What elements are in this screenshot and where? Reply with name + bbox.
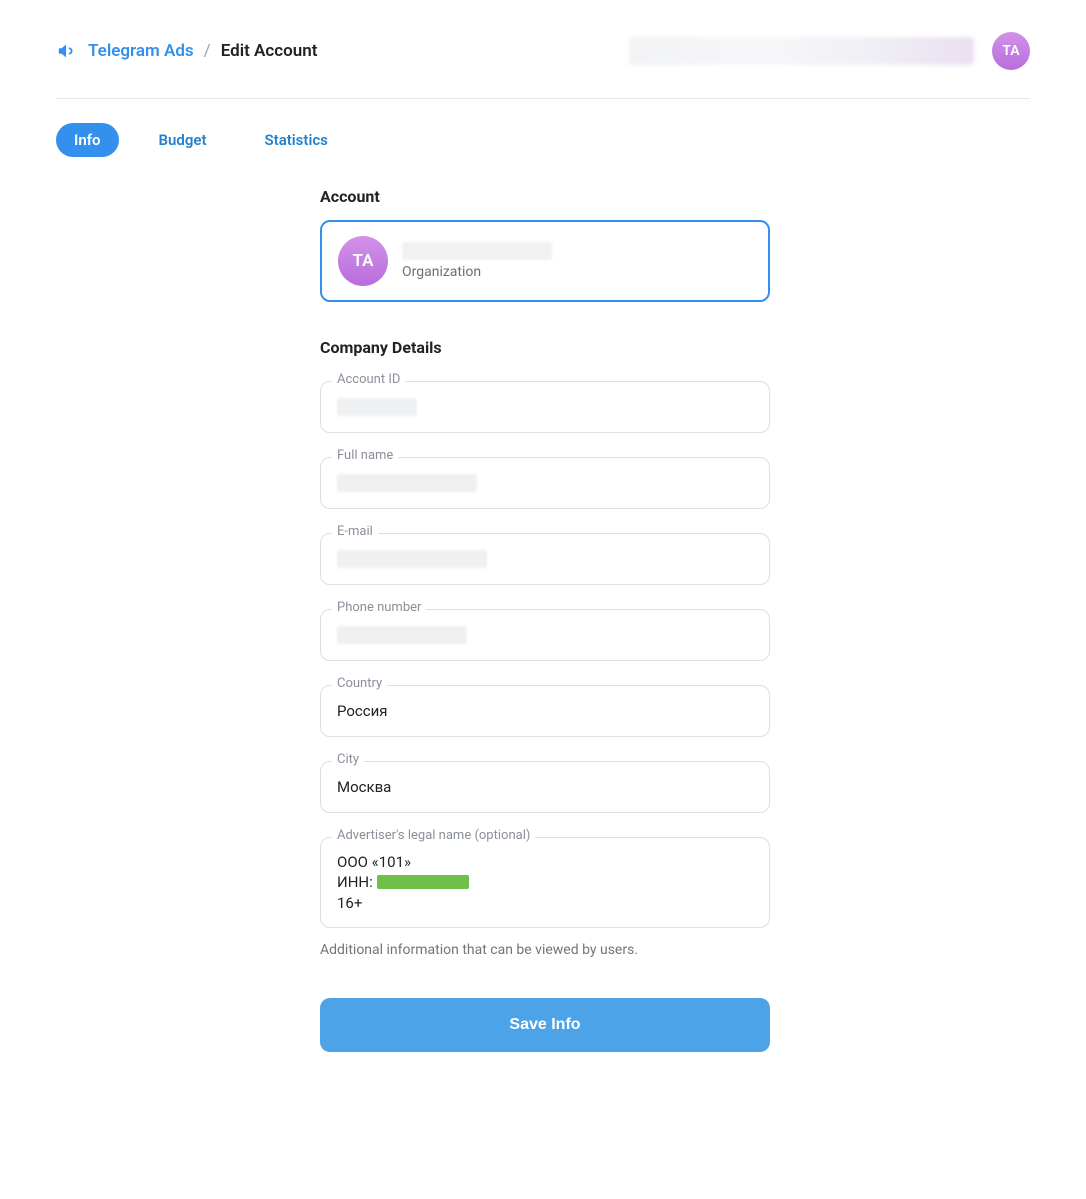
phone-label: Phone number — [332, 600, 426, 615]
field-country: Country Россия — [320, 685, 770, 737]
megaphone-icon — [56, 40, 78, 62]
account-card[interactable]: TA Organization — [320, 220, 770, 302]
legal-line-3: 16+ — [337, 893, 753, 913]
tabs: Info Budget Statistics — [56, 99, 1030, 187]
form-column: Account TA Organization Company Details … — [320, 187, 770, 1052]
account-avatar: TA — [338, 236, 388, 286]
email-label: E-mail — [332, 524, 378, 539]
header-right: TA — [629, 32, 1030, 70]
tab-info[interactable]: Info — [56, 123, 119, 157]
legal-help-text: Additional information that can be viewe… — [320, 942, 770, 958]
save-info-button[interactable]: Save Info — [320, 998, 770, 1052]
breadcrumb: Telegram Ads / Edit Account — [56, 40, 317, 62]
legal-line-1: ООО «101» — [337, 852, 753, 872]
tab-statistics[interactable]: Statistics — [247, 123, 346, 157]
account-id-redacted — [337, 398, 417, 416]
email-redacted — [337, 550, 487, 568]
account-id-label: Account ID — [332, 372, 405, 387]
account-info: Organization — [402, 242, 552, 280]
city-label: City — [332, 752, 364, 767]
full-name-label: Full name — [332, 448, 398, 463]
account-section-title: Account — [320, 187, 770, 206]
breadcrumb-current: Edit Account — [221, 41, 318, 61]
field-city: City Москва — [320, 761, 770, 813]
tab-budget[interactable]: Budget — [141, 123, 225, 157]
email-input[interactable] — [320, 533, 770, 585]
country-label: Country — [332, 676, 387, 691]
country-input[interactable]: Россия — [320, 685, 770, 737]
country-value: Россия — [337, 702, 388, 720]
field-full-name: Full name — [320, 457, 770, 509]
field-phone: Phone number — [320, 609, 770, 661]
field-legal-name: Advertiser's legal name (optional) ООО «… — [320, 837, 770, 928]
breadcrumb-separator: / — [204, 41, 211, 61]
user-avatar[interactable]: TA — [992, 32, 1030, 70]
full-name-input[interactable] — [320, 457, 770, 509]
city-value: Москва — [337, 778, 391, 796]
phone-input[interactable] — [320, 609, 770, 661]
city-input[interactable]: Москва — [320, 761, 770, 813]
legal-inn-prefix: ИНН: — [337, 872, 373, 892]
field-email: E-mail — [320, 533, 770, 585]
field-account-id: Account ID — [320, 381, 770, 433]
legal-inn-redacted — [377, 875, 469, 889]
header: Telegram Ads / Edit Account TA — [56, 32, 1030, 99]
breadcrumb-root[interactable]: Telegram Ads — [88, 41, 194, 61]
phone-redacted — [337, 626, 467, 644]
account-name-redacted — [402, 242, 552, 260]
account-id-input[interactable] — [320, 381, 770, 433]
account-type-label: Organization — [402, 264, 552, 280]
legal-line-2: ИНН: — [337, 872, 469, 892]
legal-name-label: Advertiser's legal name (optional) — [332, 828, 535, 843]
company-section-title: Company Details — [320, 338, 770, 357]
full-name-redacted — [337, 474, 477, 492]
header-account-redacted — [629, 37, 974, 65]
legal-name-input[interactable]: ООО «101» ИНН: 16+ — [320, 837, 770, 928]
